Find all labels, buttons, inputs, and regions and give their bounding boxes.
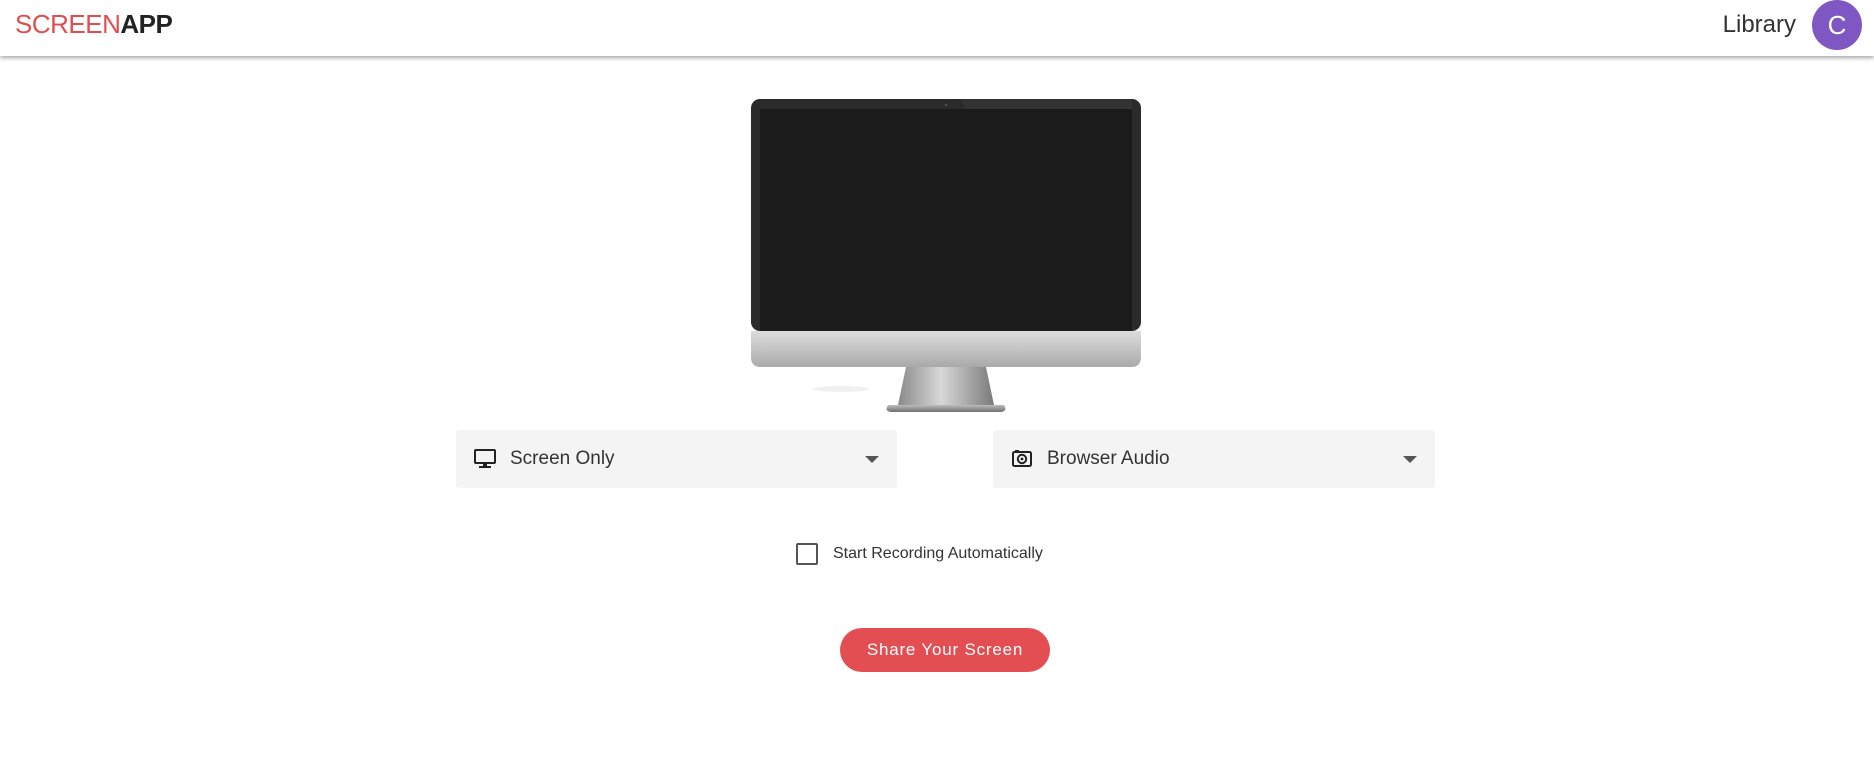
logo-screen-text: SCREEN	[15, 9, 121, 39]
chevron-down-icon	[865, 455, 879, 463]
monitor-stand	[898, 367, 994, 405]
monitor-icon	[474, 448, 496, 470]
screenapp-logo[interactable]: SCREENAPP	[15, 9, 173, 39]
monitor-base	[886, 405, 1006, 412]
auto-start-label: Start Recording Automatically	[833, 545, 1043, 562]
auto-start-checkbox[interactable]	[796, 543, 818, 565]
top-app-bar: SCREENAPP Library C	[0, 0, 1874, 56]
speaker-icon	[1011, 448, 1033, 470]
share-screen-button[interactable]: Share Your Screen	[840, 628, 1050, 672]
monitor-chin	[751, 331, 1141, 367]
chevron-down-icon	[1403, 455, 1417, 463]
user-avatar[interactable]: C	[1812, 0, 1862, 50]
monitor-illustration	[751, 99, 1141, 412]
audio-source-select[interactable]: Browser Audio	[993, 430, 1435, 488]
logo-app-text: APP	[120, 9, 173, 39]
auto-start-option[interactable]: Start Recording Automatically	[796, 542, 1043, 566]
monitor-screen	[760, 109, 1132, 331]
video-source-select[interactable]: Screen Only	[456, 430, 897, 488]
library-link[interactable]: Library	[1723, 12, 1796, 38]
video-source-value: Screen Only	[510, 448, 615, 469]
audio-source-value: Browser Audio	[1047, 448, 1170, 469]
